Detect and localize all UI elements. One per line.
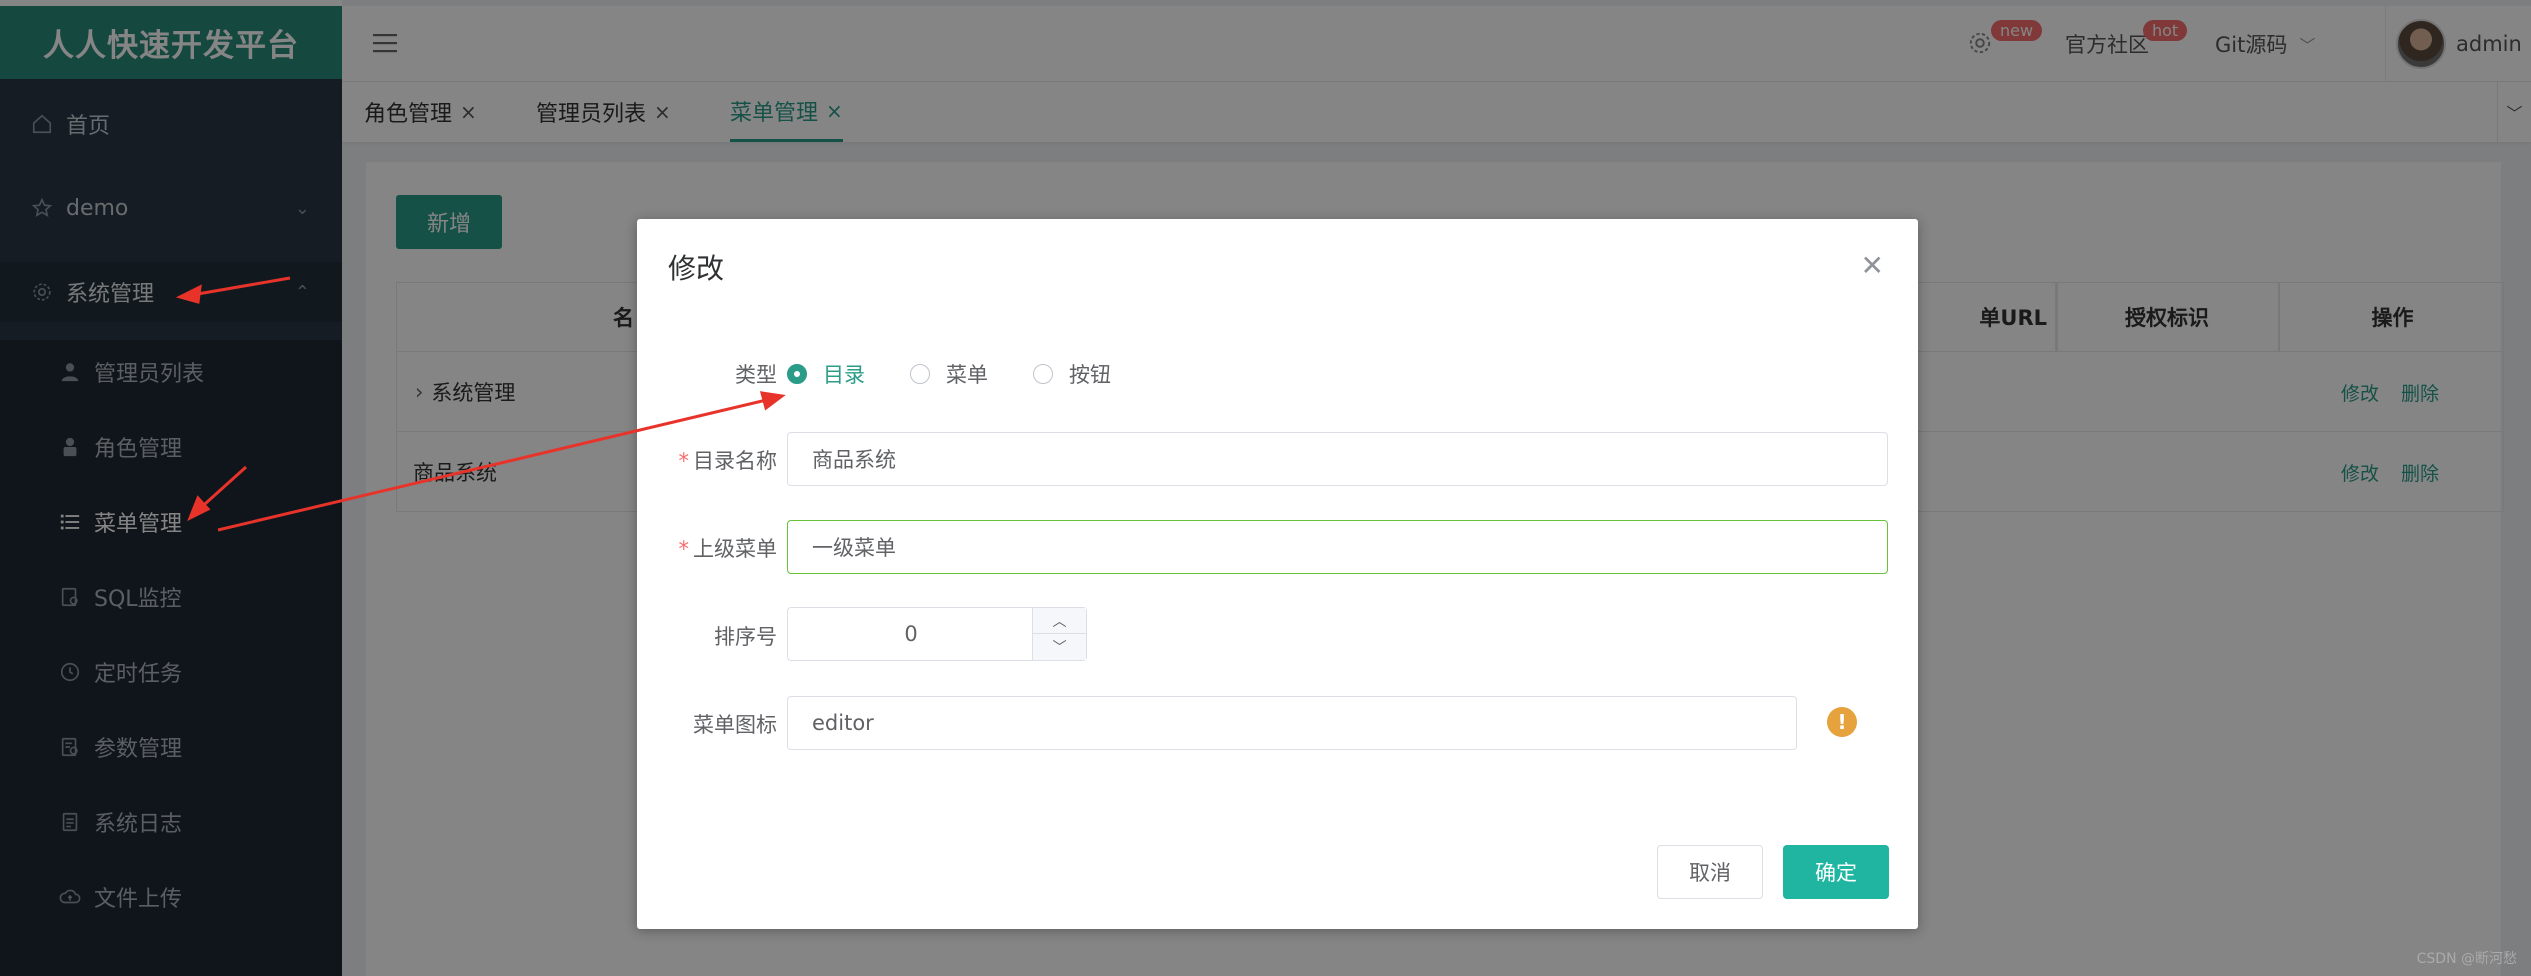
- order-label: 排序号: [714, 625, 777, 649]
- required-mark: *: [678, 537, 690, 561]
- name-label: * 目录名称: [637, 445, 778, 475]
- close-icon[interactable]: ✕: [1861, 249, 1884, 282]
- name-label-text: 目录名称: [693, 449, 777, 473]
- radio-menu[interactable]: 菜单: [910, 359, 988, 389]
- parent-label: * 上级菜单: [637, 533, 778, 563]
- increment-button[interactable]: ︿: [1033, 608, 1086, 634]
- dialog-title: 修改: [668, 252, 725, 285]
- watermark: CSDN @断河愁: [2416, 951, 2517, 967]
- order-stepper[interactable]: 0 ︿ ﹀: [787, 607, 1087, 661]
- radio-label: 菜单: [946, 363, 988, 387]
- required-mark: *: [678, 449, 690, 473]
- radio-label: 目录: [823, 363, 865, 387]
- type-label: 类型: [735, 363, 777, 387]
- icon-label: 菜单图标: [693, 713, 777, 737]
- menu-icon-input[interactable]: editor: [787, 696, 1797, 750]
- cancel-button[interactable]: 取消: [1657, 845, 1763, 899]
- radio-label: 按钮: [1069, 363, 1111, 387]
- order-value[interactable]: 0: [788, 608, 1034, 660]
- radio-dot: [1033, 364, 1053, 384]
- radio-dot: [910, 364, 930, 384]
- radio-directory[interactable]: 目录: [787, 359, 865, 389]
- confirm-button[interactable]: 确定: [1783, 845, 1889, 899]
- radio-button[interactable]: 按钮: [1033, 359, 1111, 389]
- decrement-button[interactable]: ﹀: [1033, 634, 1086, 660]
- edit-dialog: 修改 ✕ 类型 目录 菜单 按钮 * 目录名称 商品系统 * 上级菜单 一级菜单 排…: [637, 219, 1918, 929]
- radio-dot: [787, 364, 807, 384]
- directory-name-input[interactable]: 商品系统: [787, 432, 1888, 486]
- stepper-buttons: ︿ ﹀: [1032, 608, 1086, 660]
- parent-menu-input[interactable]: 一级菜单: [787, 520, 1888, 574]
- warning-icon[interactable]: !: [1827, 707, 1857, 737]
- parent-label-text: 上级菜单: [693, 537, 777, 561]
